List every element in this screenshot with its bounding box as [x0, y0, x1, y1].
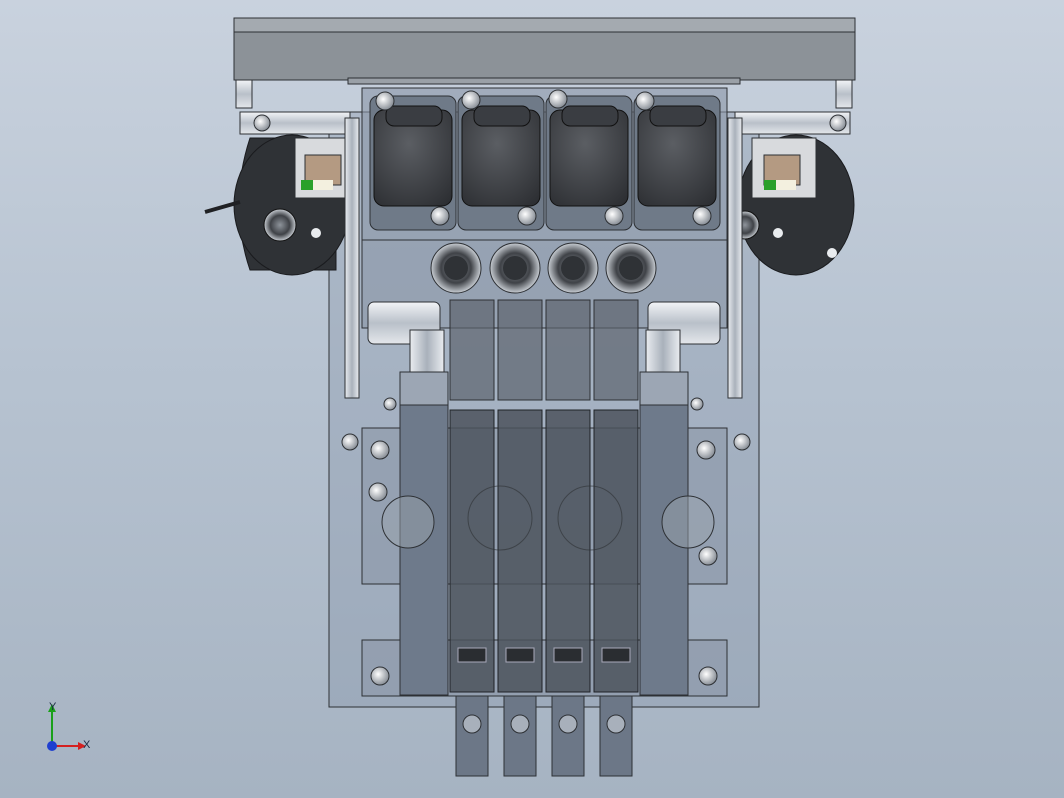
left-manifold [399, 404, 449, 696]
right-post [727, 117, 743, 399]
y-axis-label: Y [49, 701, 57, 713]
left-post [344, 117, 360, 399]
cad-viewport[interactable]: X Y [0, 0, 1064, 798]
cad-model [204, 17, 856, 777]
right-manifold [639, 404, 689, 696]
z-axis-dot [47, 741, 57, 751]
connector-tabs [455, 695, 633, 777]
x-axis-label: X [83, 739, 91, 751]
axis-triad: X Y [47, 701, 91, 751]
